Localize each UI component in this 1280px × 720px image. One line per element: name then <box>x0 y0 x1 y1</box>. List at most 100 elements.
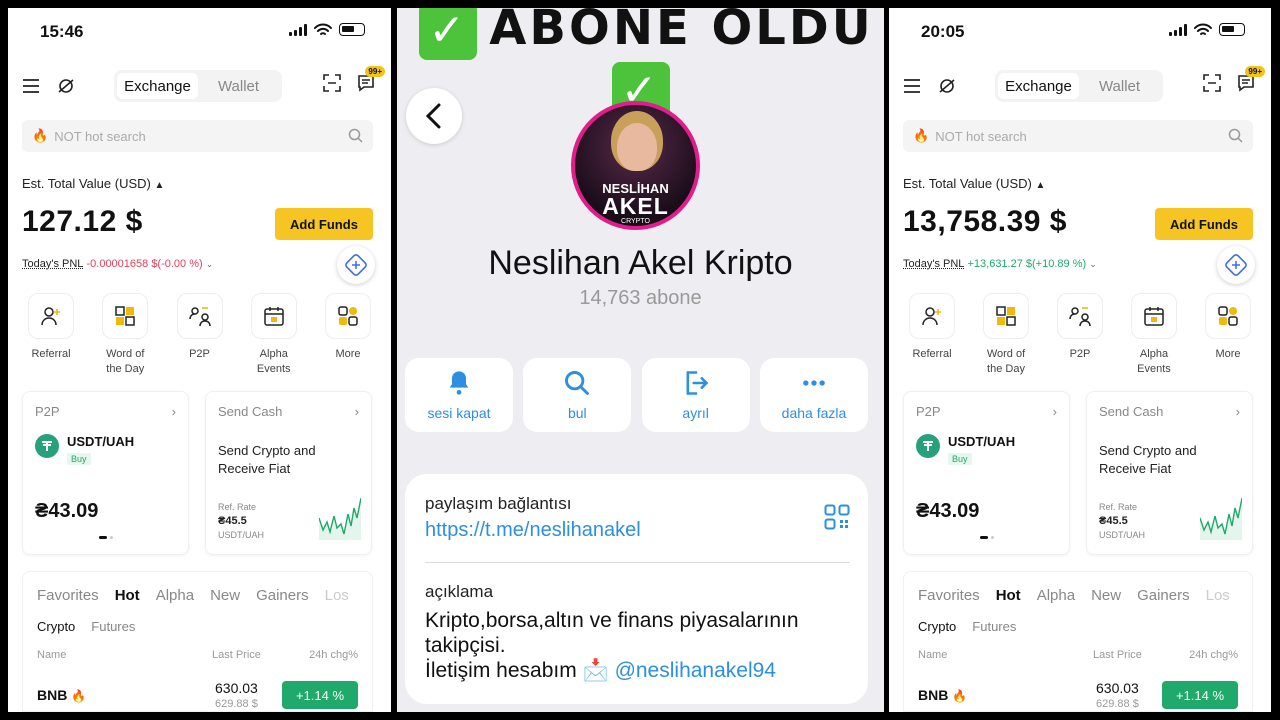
subtab-crypto[interactable]: Crypto <box>918 619 956 634</box>
scan-icon[interactable] <box>1203 74 1221 92</box>
support-icon[interactable] <box>937 76 957 96</box>
col-name[interactable]: Name <box>918 649 947 661</box>
notification-badge: 99+ <box>365 66 385 77</box>
market-tab-hot[interactable]: Hot <box>996 587 1021 604</box>
ref-rate: Ref. Rate ₴45.5 USDT/UAH <box>1099 500 1145 542</box>
market-tab-gainers[interactable]: Gainers <box>256 587 309 604</box>
qr-code-icon[interactable] <box>824 504 850 535</box>
shortcut-more[interactable]: More <box>1195 293 1261 377</box>
col-last-price[interactable]: Last Price <box>212 649 261 661</box>
shortcut-p2p[interactable]: P2P <box>167 293 233 377</box>
add-funds-button[interactable]: Add Funds <box>275 208 373 240</box>
shortcut-referral[interactable]: Referral <box>18 293 84 377</box>
shortcut-label: P2P <box>1069 348 1091 360</box>
market-tabs: Favorites Hot Alpha New Gainers Los <box>918 587 1230 604</box>
telegram-channel-screen: ✓ ABONE OLDU✓ NESLİHAN AKEL CRYPTO Neslih… <box>397 8 884 712</box>
todays-pnl[interactable]: Today's PNL +13,631.27 $(+10.89 %) ⌄ <box>903 258 1097 270</box>
left-exchange-screen: 15:46 Exchange Wallet 99+ 🔥 NOT hot sear… <box>8 8 391 712</box>
p2p-price: ₴43.09 <box>916 500 980 522</box>
bell-icon <box>449 371 469 395</box>
find-button[interactable]: bul <box>523 358 632 432</box>
est-total-label[interactable]: Est. Total Value (USD) ▲ <box>22 176 164 191</box>
chevron-down-icon: ⌄ <box>1089 259 1097 269</box>
chevron-left-icon <box>425 103 441 129</box>
market-tab-gainers[interactable]: Gainers <box>1137 587 1190 604</box>
shortcut-word-of-day[interactable]: Word of the Day <box>973 293 1039 377</box>
add-funds-button[interactable]: Add Funds <box>1155 208 1253 240</box>
more-icon <box>1205 293 1251 339</box>
tab-exchange[interactable]: Exchange <box>998 73 1079 99</box>
ref-rate: Ref. Rate ₴45.5 USDT/UAH <box>218 500 264 542</box>
divider <box>425 562 850 563</box>
description-line2: İletişim hesabım <box>425 659 577 682</box>
shortcut-alpha-events[interactable]: Alpha Events <box>1121 293 1187 377</box>
share-link[interactable]: https://t.me/neslihanakel <box>425 519 641 542</box>
mute-button[interactable]: sesi kapat <box>405 358 513 432</box>
leave-button[interactable]: ayrıl <box>641 358 750 432</box>
column-headers: Name Last Price 24h chg% <box>37 649 358 661</box>
menu-icon[interactable] <box>903 78 921 94</box>
word-of-day-icon <box>102 293 149 339</box>
shortcut-p2p[interactable]: P2P <box>1047 293 1113 377</box>
send-cash-card[interactable]: Send Cash › Send Crypto and Receive Fiat… <box>1086 391 1253 555</box>
shortcut-more[interactable]: More <box>315 293 381 377</box>
tab-wallet[interactable]: Wallet <box>198 73 279 99</box>
subtab-futures[interactable]: Futures <box>972 619 1016 634</box>
send-cash-card[interactable]: Send Cash › Send Crypto and Receive Fiat… <box>205 391 372 555</box>
col-change[interactable]: 24h chg% <box>1189 649 1238 661</box>
more-button[interactable]: daha fazla <box>759 358 868 432</box>
col-change[interactable]: 24h chg% <box>309 649 358 661</box>
tab-wallet[interactable]: Wallet <box>1079 73 1160 99</box>
scan-icon[interactable] <box>323 74 341 92</box>
market-tab-favorites[interactable]: Favorites <box>37 587 99 604</box>
assistant-fab[interactable] <box>1217 246 1255 284</box>
contact-handle[interactable]: @neslihanakel94 <box>615 659 776 682</box>
market-tab-hot[interactable]: Hot <box>115 587 140 604</box>
avatar-text-line3: CRYPTO <box>621 218 650 225</box>
ref-rate-value: ₴45.5 <box>218 515 247 527</box>
p2p-card[interactable]: P2P › USDT/UAH Buy ₴43.09 <box>22 391 189 555</box>
search-placeholder: NOT hot search <box>54 128 146 144</box>
subtab-crypto[interactable]: Crypto <box>37 619 75 634</box>
menu-icon[interactable] <box>22 78 40 94</box>
shortcut-referral[interactable]: Referral <box>899 293 965 377</box>
messages-icon[interactable]: 99+ <box>1237 66 1265 92</box>
col-name[interactable]: Name <box>37 649 66 661</box>
market-tab-new[interactable]: New <box>1091 587 1121 604</box>
market-tab-favorites[interactable]: Favorites <box>918 587 980 604</box>
p2p-card[interactable]: P2P › USDT/UAH Buy ₴43.09 <box>903 391 1070 555</box>
todays-pnl[interactable]: Today's PNL -0.00001658 $(-0.00 %) ⌄ <box>22 258 213 270</box>
est-total-label[interactable]: Est. Total Value (USD) ▲ <box>903 176 1045 191</box>
market-subtabs: Crypto Futures <box>37 619 135 634</box>
send-cash-title: Send Cash <box>1099 404 1164 419</box>
fire-icon: 🔥 <box>952 689 968 703</box>
search-input[interactable]: 🔥 NOT hot search <box>22 120 373 152</box>
coin-name: BNB <box>37 687 68 703</box>
assistant-fab[interactable] <box>337 246 375 284</box>
market-tab-los[interactable]: Los <box>325 587 349 604</box>
change-badge[interactable]: +1.14 % <box>1162 681 1238 709</box>
search-icon[interactable] <box>1228 128 1243 146</box>
market-tab-new[interactable]: New <box>210 587 240 604</box>
col-last-price[interactable]: Last Price <box>1093 649 1142 661</box>
table-row[interactable]: BNB 🔥 <box>37 687 86 703</box>
send-cash-text: Send Crypto and Receive Fiat <box>1099 443 1197 476</box>
search-icon[interactable] <box>348 128 363 146</box>
market-tab-alpha[interactable]: Alpha <box>1037 587 1075 604</box>
support-icon[interactable] <box>56 76 76 96</box>
messages-icon[interactable]: 99+ <box>357 66 385 92</box>
find-label: bul <box>567 405 587 421</box>
subtab-futures[interactable]: Futures <box>91 619 135 634</box>
market-tab-los[interactable]: Los <box>1206 587 1230 604</box>
shortcut-word-of-day[interactable]: Word of the Day <box>92 293 158 377</box>
search-input[interactable]: 🔥 NOT hot search <box>903 120 1253 152</box>
table-row[interactable]: BNB 🔥 <box>918 687 967 703</box>
change-badge[interactable]: +1.14 % <box>282 681 358 709</box>
shortcut-row: Referral Word of the Day P2P Alpha Events Mo… <box>899 293 1261 377</box>
notification-badge: 99+ <box>1245 66 1265 77</box>
market-tab-alpha[interactable]: Alpha <box>156 587 194 604</box>
tab-exchange[interactable]: Exchange <box>117 73 198 99</box>
shortcut-alpha-events[interactable]: Alpha Events <box>241 293 307 377</box>
back-button[interactable] <box>406 88 462 144</box>
chevron-right-icon: › <box>1052 404 1057 419</box>
